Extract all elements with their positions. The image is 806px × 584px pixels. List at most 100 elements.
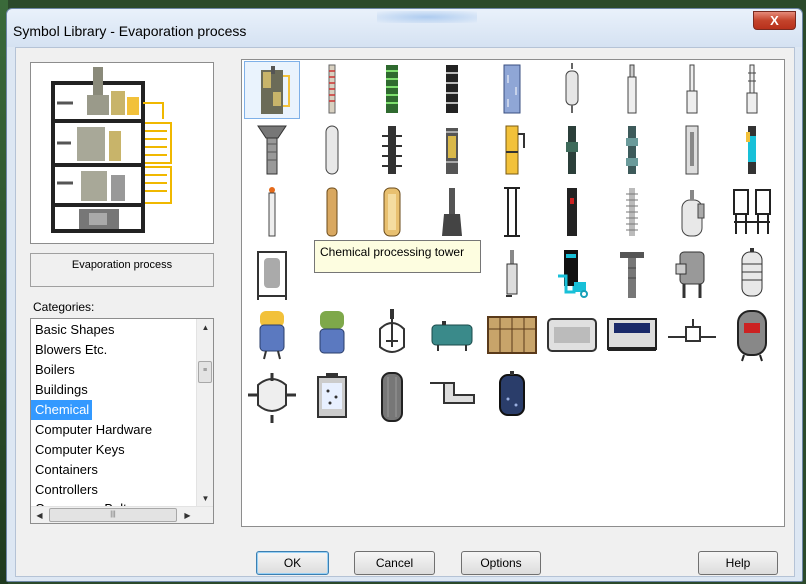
symbol-capsule-tank[interactable]: [724, 307, 780, 365]
scroll-left-arrow-icon[interactable]: ◀: [31, 507, 48, 523]
processing-tower-icon: [261, 66, 290, 114]
column-icon: [503, 64, 521, 114]
skid-icon: [558, 250, 588, 298]
symbol-column-thin[interactable]: [604, 61, 660, 119]
symbol-teal-drum[interactable]: [424, 307, 480, 365]
category-item-selected[interactable]: Chemical: [31, 400, 93, 420]
reactor-icon: [499, 371, 525, 416]
categories-label: Categories:: [33, 300, 95, 314]
cancel-button[interactable]: Cancel: [354, 551, 435, 575]
close-button[interactable]: X: [753, 11, 796, 30]
symbol-dark-reactor[interactable]: [484, 369, 540, 427]
symbol-column-green[interactable]: [364, 61, 420, 119]
symbol-dotted-reactor[interactable]: [304, 369, 360, 427]
symbol-flanged-vessel[interactable]: [244, 369, 300, 427]
options-button[interactable]: Options: [461, 551, 541, 575]
symbol-pipe-assembly[interactable]: [424, 369, 480, 427]
symbol-framed-reactor[interactable]: [244, 246, 300, 304]
column-icon: [627, 64, 637, 114]
symbol-tower-t[interactable]: [604, 246, 660, 304]
symbol-column-teal[interactable]: [604, 122, 660, 180]
agitated-vessel-icon: [379, 309, 405, 353]
symbol-column-light[interactable]: [664, 122, 720, 180]
symbol-grey-capsule[interactable]: [364, 369, 420, 427]
symbol-column-tan[interactable]: [304, 184, 360, 242]
column-icon: [566, 126, 578, 174]
category-item[interactable]: Computer Keys: [31, 440, 197, 460]
category-item[interactable]: Containers: [31, 460, 197, 480]
symbol-column-with-pipe[interactable]: [484, 246, 540, 304]
column-icon: [268, 187, 276, 237]
column-icon: [626, 126, 638, 174]
categories-list[interactable]: Basic Shapes Blowers Etc. Boilers Buildi…: [30, 318, 214, 524]
symbol-grey-box[interactable]: [544, 307, 600, 365]
category-label: Boilers: [35, 362, 75, 377]
dialog-client-area: Evaporation process Categories: Basic Sh…: [15, 47, 795, 577]
horizontal-scroll-thumb[interactable]: |||: [49, 508, 177, 522]
column-icon: [505, 125, 525, 175]
symbol-library-dialog: Symbol Library - Evaporation process X E…: [6, 8, 803, 582]
scroll-down-arrow-icon[interactable]: ▼: [197, 490, 213, 507]
symbol-pipe-valve[interactable]: [664, 307, 720, 365]
reactor-icon: [257, 251, 287, 300]
box-icon: [547, 318, 597, 352]
scroll-right-arrow-icon[interactable]: ▶: [179, 507, 196, 523]
category-item[interactable]: Basic Shapes: [31, 320, 197, 340]
preview-name-box: Evaporation process: [30, 253, 214, 287]
column-icon: [328, 64, 336, 114]
symbol-funnel-tower[interactable]: [244, 122, 300, 180]
category-item[interactable]: Computer Hardware: [31, 420, 197, 440]
symbol-thin-column-orange[interactable]: [244, 184, 300, 242]
category-item-selected-row[interactable]: Chemical: [31, 400, 197, 420]
symbol-tank-tan[interactable]: [364, 184, 420, 242]
symbol-gas-cylinder[interactable]: [664, 184, 720, 242]
symbol-tray-column[interactable]: [364, 122, 420, 180]
tower-icon: [620, 252, 644, 298]
symbol-column-dark-green[interactable]: [544, 122, 600, 180]
symbol-blue-tank-yellow[interactable]: [244, 307, 300, 365]
reactor-icon: [317, 373, 347, 418]
column-icon: [746, 126, 756, 174]
symbol-column-stepped[interactable]: [664, 61, 720, 119]
symbol-column-red[interactable]: [304, 61, 360, 119]
vessel-icon: [248, 373, 296, 423]
symbol-column-blue[interactable]: [484, 61, 540, 119]
category-item[interactable]: Blowers Etc.: [31, 340, 197, 360]
symbol-column-black-tall[interactable]: [544, 184, 600, 242]
symbol-column-black[interactable]: [424, 61, 480, 119]
symbol-grey-unit[interactable]: [664, 246, 720, 304]
symbol-column-gold[interactable]: [484, 122, 540, 180]
categories-horizontal-scrollbar[interactable]: ◀ ||| ▶: [31, 506, 213, 523]
symbol-vessel-grey[interactable]: [544, 61, 600, 119]
tank-icon: [383, 187, 401, 237]
column-icon: [382, 126, 402, 174]
category-item[interactable]: Boilers: [31, 360, 197, 380]
column-icon: [686, 64, 698, 114]
vessel-icon: [565, 63, 579, 113]
symbol-chemical-processing-tower[interactable]: [244, 61, 300, 119]
symbol-column-ribbed[interactable]: [604, 184, 660, 242]
symbol-twin-vessel[interactable]: [724, 184, 780, 242]
category-label: Controllers: [35, 482, 98, 497]
column-icon: [446, 128, 458, 174]
symbol-brown-rack[interactable]: [484, 307, 540, 365]
symbol-conveyor-oven[interactable]: [604, 307, 660, 365]
symbol-agitated-vessel[interactable]: [364, 307, 420, 365]
categories-vertical-scrollbar[interactable]: ▲ ≡ ▼: [196, 319, 213, 507]
vertical-scroll-thumb[interactable]: ≡: [198, 361, 212, 383]
symbol-column-yellow[interactable]: [424, 122, 480, 180]
scroll-up-arrow-icon[interactable]: ▲: [197, 319, 213, 336]
symbol-column-stepped-2[interactable]: [724, 61, 780, 119]
window-title: Symbol Library - Evaporation process: [13, 23, 247, 39]
symbol-blue-tank-green[interactable]: [304, 307, 360, 365]
ok-button[interactable]: OK: [256, 551, 329, 575]
symbol-column-cyan[interactable]: [724, 122, 780, 180]
symbol-ribbed-drum[interactable]: [724, 246, 780, 304]
symbol-round-column[interactable]: [304, 122, 360, 180]
symbol-cyan-skid[interactable]: [544, 246, 600, 304]
category-item[interactable]: Controllers: [31, 480, 197, 500]
symbol-column-frame[interactable]: [484, 184, 540, 242]
symbol-tower-dark[interactable]: [424, 184, 480, 242]
category-item[interactable]: Buildings: [31, 380, 197, 400]
help-button[interactable]: Help: [698, 551, 778, 575]
